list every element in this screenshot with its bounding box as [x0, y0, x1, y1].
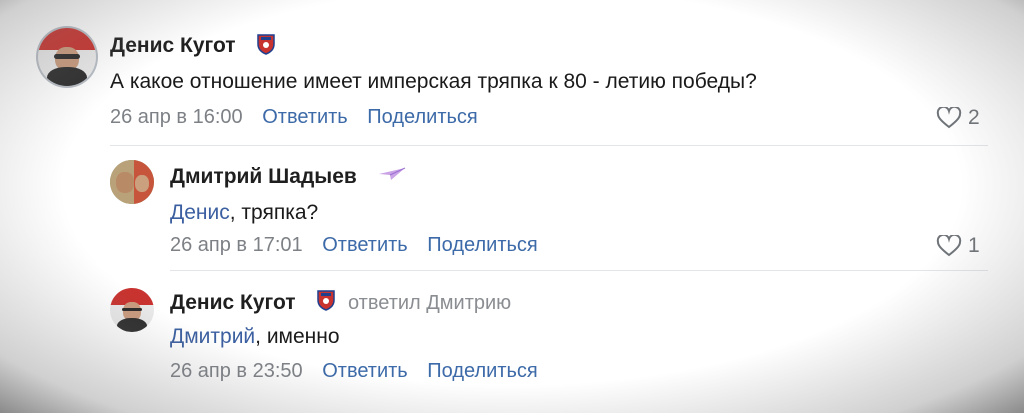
- avatar[interactable]: [110, 160, 154, 204]
- like-count: 1: [968, 234, 980, 257]
- divider: [170, 270, 988, 271]
- heart-icon: [936, 107, 962, 129]
- reply-button[interactable]: Ответить: [322, 360, 408, 382]
- comment-text: , тряпка?: [229, 201, 319, 224]
- share-button[interactable]: Поделиться: [427, 360, 537, 382]
- reply-button[interactable]: Ответить: [322, 234, 408, 256]
- screen-vignette: [0, 0, 1024, 413]
- share-button[interactable]: Поделиться: [427, 234, 537, 256]
- mention-link[interactable]: Денис: [170, 201, 230, 224]
- avatar[interactable]: [110, 288, 154, 332]
- divider: [110, 145, 988, 146]
- comment-date: 26 апр в 17:01: [170, 234, 303, 256]
- comment-text: А какое отношение имеет имперская тряпка…: [110, 70, 757, 93]
- cska-badge-icon: [317, 290, 335, 311]
- like-button[interactable]: 1: [936, 234, 980, 258]
- like-count: 2: [968, 106, 980, 129]
- comment-date: 26 апр в 16:00: [110, 106, 243, 128]
- comment-date: 26 апр в 23:50: [170, 360, 303, 382]
- avatar[interactable]: [38, 28, 96, 86]
- like-button[interactable]: 2: [936, 106, 980, 130]
- comment-author[interactable]: Дмитрий Шадыев: [170, 165, 357, 189]
- paper-plane-icon: [379, 167, 406, 180]
- reply-button[interactable]: Ответить: [262, 106, 348, 128]
- heart-icon: [936, 235, 962, 257]
- share-button[interactable]: Поделиться: [367, 106, 477, 128]
- comment-text: , именно: [255, 325, 340, 348]
- comment-author[interactable]: Денис Кугот: [110, 34, 236, 58]
- reply-to-label[interactable]: ответил Дмитрию: [348, 292, 511, 315]
- mention-link[interactable]: Дмитрий: [170, 325, 255, 348]
- comment-author[interactable]: Денис Кугот: [170, 291, 296, 315]
- cska-badge-icon: [257, 34, 275, 55]
